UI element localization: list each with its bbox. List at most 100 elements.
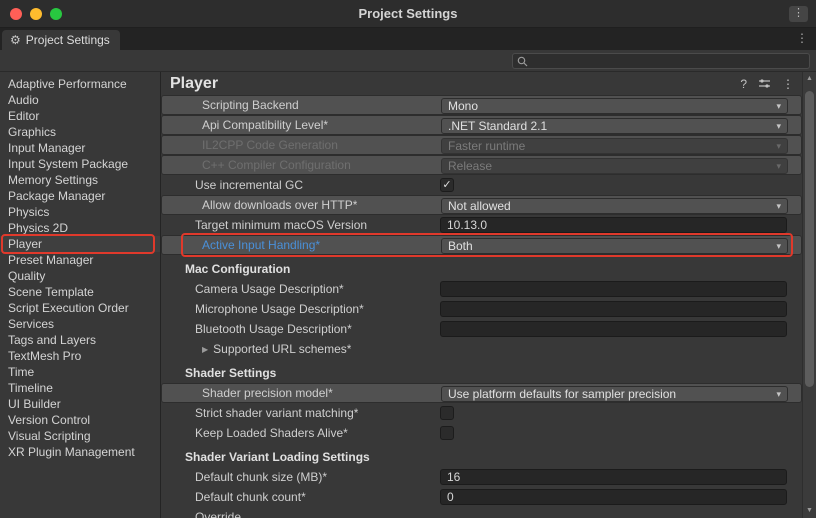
scroll-down-icon[interactable]: ▼	[803, 505, 816, 517]
presets-icon[interactable]	[758, 78, 771, 90]
field-camera-usage-description[interactable]	[440, 281, 787, 297]
project-settings-window: Project Settings ⋮ ⚙ Project Settings ⋮ …	[0, 0, 816, 518]
minimize-window-button[interactable]	[30, 8, 42, 20]
search-input[interactable]	[532, 54, 809, 68]
scrollbar-thumb[interactable]	[805, 91, 814, 387]
setting-label[interactable]: ▶Supported URL schemes*	[161, 342, 351, 356]
row-active-input-handling: Active Input Handling*Both▾	[161, 235, 802, 255]
titlebar: Project Settings ⋮	[0, 0, 816, 28]
sidebar-item-memory-settings[interactable]: Memory Settings	[0, 172, 160, 188]
window-menu-button[interactable]: ⋮	[789, 6, 808, 22]
sidebar-item-audio[interactable]: Audio	[0, 92, 160, 108]
dropdown-api-compatibility-level[interactable]: .NET Standard 2.1 ▾	[441, 118, 788, 134]
setting-label: Scripting Backend	[168, 98, 299, 112]
field-target-minimum-macos-version[interactable]	[440, 217, 787, 233]
dropdown-scripting-backend[interactable]: Mono ▾	[441, 98, 788, 114]
section-title: Shader Settings	[161, 366, 276, 380]
checkbox-use-incremental-gc[interactable]: ✓	[440, 178, 454, 192]
setting-label: Microphone Usage Description*	[161, 302, 364, 316]
sidebar-item-tags-and-layers[interactable]: Tags and Layers	[0, 332, 160, 348]
chevron-down-icon: ▾	[776, 121, 781, 132]
section-title: Shader Variant Loading Settings	[161, 450, 370, 464]
sidebar-item-quality[interactable]: Quality	[0, 268, 160, 284]
sidebar-item-package-manager[interactable]: Package Manager	[0, 188, 160, 204]
sidebar-item-player[interactable]: Player	[0, 236, 160, 252]
gear-icon: ⚙	[10, 33, 21, 47]
sidebar-item-input-system-package[interactable]: Input System Package	[0, 156, 160, 172]
sidebar-item-input-manager[interactable]: Input Manager	[0, 140, 160, 156]
sidebar-item-physics[interactable]: Physics	[0, 204, 160, 220]
sidebar-item-editor[interactable]: Editor	[0, 108, 160, 124]
field-default-chunk-size-mb[interactable]	[440, 469, 787, 485]
foldout-arrow-icon[interactable]: ▶	[202, 345, 208, 354]
content: Adaptive PerformanceAudioEditorGraphicsI…	[0, 72, 816, 518]
dropdown-value: Faster runtime	[448, 139, 525, 153]
checkbox-keep-loaded-shaders-alive[interactable]	[440, 426, 454, 440]
dropdown-shader-precision-model[interactable]: Use platform defaults for sampler precis…	[441, 386, 788, 402]
settings-sidebar: Adaptive PerformanceAudioEditorGraphicsI…	[0, 72, 161, 518]
field-default-chunk-count[interactable]	[440, 489, 787, 505]
sidebar-item-scene-template[interactable]: Scene Template	[0, 284, 160, 300]
sidebar-item-adaptive-performance[interactable]: Adaptive Performance	[0, 76, 160, 92]
help-icon[interactable]: ?	[740, 77, 747, 91]
checkbox-strict-shader-variant-matching[interactable]	[440, 406, 454, 420]
tab-bar: ⚙ Project Settings ⋮	[0, 28, 816, 50]
close-window-button[interactable]	[10, 8, 22, 20]
setting-label: IL2CPP Code Generation	[168, 138, 338, 152]
dropdown-allow-downloads-over-http[interactable]: Not allowed▾	[441, 198, 788, 214]
toolbar	[0, 50, 816, 72]
row-scripting-backend: Scripting Backend Mono ▾	[161, 95, 802, 115]
tab-label: Project Settings	[26, 33, 110, 47]
row-bluetooth-usage-description: Bluetooth Usage Description*	[161, 319, 802, 339]
chevron-down-icon: ▾	[776, 101, 781, 112]
sidebar-item-visual-scripting[interactable]: Visual Scripting	[0, 428, 160, 444]
chevron-down-icon: ▾	[776, 241, 781, 252]
dropdown-value: Release	[448, 159, 492, 173]
zoom-window-button[interactable]	[50, 8, 62, 20]
kebab-menu-icon[interactable]: ⋮	[782, 77, 794, 91]
field-microphone-usage-description[interactable]	[440, 301, 787, 317]
row-camera-usage-description: Camera Usage Description*	[161, 279, 802, 299]
sidebar-item-physics-2d[interactable]: Physics 2D	[0, 220, 160, 236]
chevron-down-icon: ▾	[776, 161, 781, 172]
dropdown-active-input-handling[interactable]: Both ▾	[441, 238, 788, 254]
dropdown-value: Use platform defaults for sampler precis…	[448, 387, 676, 401]
page-title: Player	[170, 75, 218, 93]
sidebar-item-xr-plugin-management[interactable]: XR Plugin Management	[0, 444, 160, 460]
sidebar-item-timeline[interactable]: Timeline	[0, 380, 160, 396]
setting-label: Use incremental GC	[161, 178, 303, 192]
field-bluetooth-usage-description[interactable]	[440, 321, 787, 337]
sidebar-item-preset-manager[interactable]: Preset Manager	[0, 252, 160, 268]
main-panel: Player ? ⋮ Scripting BackendMono▾Api Com…	[161, 72, 816, 518]
search-box[interactable]	[512, 53, 810, 69]
tab-options-button[interactable]: ⋮	[796, 31, 808, 45]
setting-label: Override	[161, 510, 241, 518]
vertical-scrollbar[interactable]: ▲ ▼	[802, 72, 816, 518]
sidebar-item-ui-builder[interactable]: UI Builder	[0, 396, 160, 412]
row-c-compiler-configuration: C++ Compiler ConfigurationRelease▾	[161, 155, 802, 175]
setting-label: Target minimum macOS Version	[161, 218, 367, 232]
sidebar-item-time[interactable]: Time	[0, 364, 160, 380]
sidebar-item-services[interactable]: Services	[0, 316, 160, 332]
dropdown-value: .NET Standard 2.1	[448, 119, 547, 133]
main-header: Player	[161, 72, 816, 96]
tab-project-settings[interactable]: ⚙ Project Settings	[2, 30, 120, 50]
chevron-down-icon: ▾	[776, 389, 781, 400]
setting-label: Bluetooth Usage Description*	[161, 322, 352, 336]
row-mac-configuration: Mac Configuration	[161, 259, 802, 279]
scroll-up-icon[interactable]: ▲	[803, 73, 816, 85]
sidebar-item-textmesh-pro[interactable]: TextMesh Pro	[0, 348, 160, 364]
sidebar-item-script-execution-order[interactable]: Script Execution Order	[0, 300, 160, 316]
row-shader-settings: Shader Settings	[161, 363, 802, 383]
dropdown-value: Mono	[448, 99, 478, 113]
row-supported-url-schemes: ▶Supported URL schemes*	[161, 339, 802, 359]
settings-rows: Scripting BackendMono▾Api Compatibility …	[161, 95, 802, 518]
header-icons: ? ⋮	[740, 77, 794, 91]
row-api-compatibility-level: Api Compatibility Level*.NET Standard 2.…	[161, 115, 802, 135]
dropdown-value: Both	[448, 239, 473, 253]
row-strict-shader-variant-matching: Strict shader variant matching*	[161, 403, 802, 423]
sidebar-item-graphics[interactable]: Graphics	[0, 124, 160, 140]
search-icon	[517, 56, 528, 67]
setting-label: Camera Usage Description*	[161, 282, 344, 296]
sidebar-item-version-control[interactable]: Version Control	[0, 412, 160, 428]
